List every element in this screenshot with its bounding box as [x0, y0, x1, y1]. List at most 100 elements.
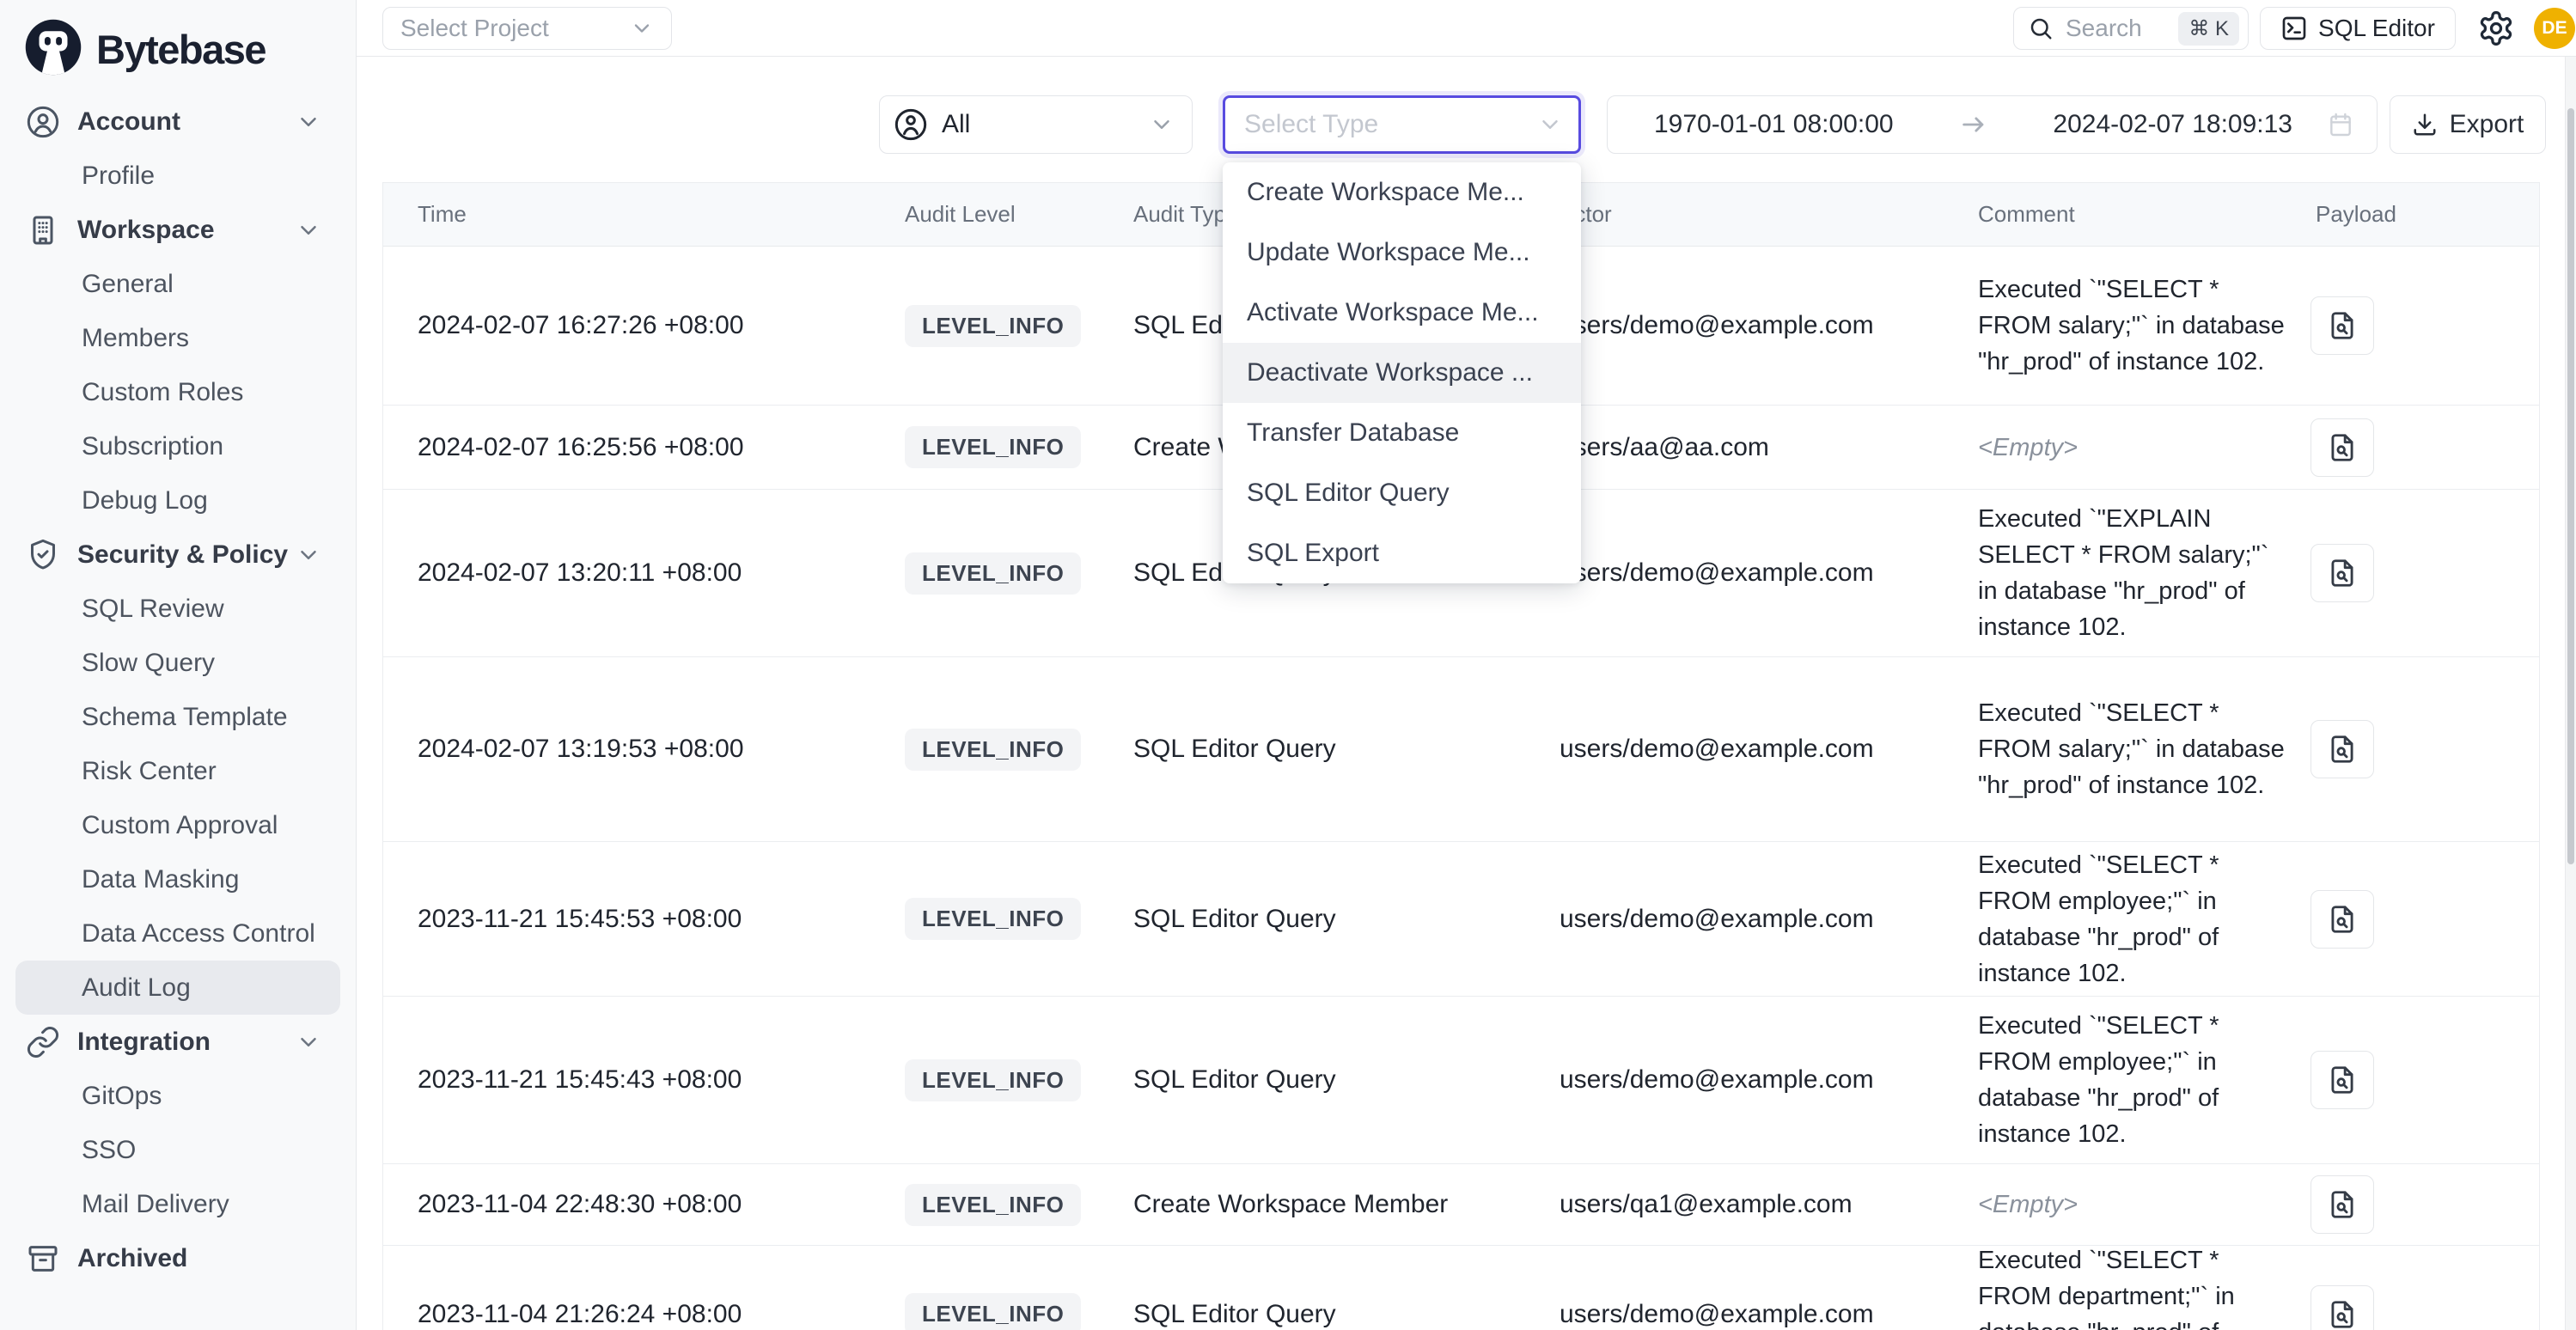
export-label: Export — [2450, 110, 2524, 139]
sidebar-item-sql-review[interactable]: SQL Review — [0, 582, 356, 636]
sidebar: Bytebase Account Profile Workspace Gener… — [0, 0, 357, 1330]
cell-comment: Executed `"SELECT * FROM employee;"` in … — [1978, 847, 2286, 991]
bytebase-logo[interactable]: Bytebase — [0, 0, 356, 86]
dropdown-option-deactivate-workspace-member[interactable]: Deactivate Workspace ... — [1223, 343, 1581, 403]
cell-audit-type: SQL Editor Query — [1133, 735, 1560, 764]
user-circle-icon — [894, 107, 928, 142]
sql-editor-label: SQL Editor — [2318, 15, 2435, 42]
search-shortcut-badge: ⌘ K — [2178, 12, 2239, 46]
cell-actor: users/demo@example.com — [1560, 558, 1978, 588]
search-input[interactable]: Search ⌘ K — [2013, 7, 2249, 50]
audit-level-badge: LEVEL_INFO — [905, 1184, 1081, 1226]
cell-time: 2024-02-07 16:27:26 +08:00 — [383, 311, 894, 340]
audit-level-badge: LEVEL_INFO — [905, 1059, 1081, 1101]
view-payload-button[interactable] — [2310, 296, 2374, 355]
cell-comment: Executed `"SELECT * FROM employee;"` in … — [1978, 1008, 2286, 1152]
sidebar-item-data-masking[interactable]: Data Masking — [0, 852, 356, 906]
section-label: Integration — [77, 1028, 211, 1057]
section-label: Security & Policy — [77, 540, 288, 570]
project-select[interactable]: Select Project — [382, 7, 672, 50]
cell-audit-type: SQL Editor Query — [1133, 1065, 1560, 1095]
gear-icon[interactable] — [2477, 9, 2515, 47]
terminal-icon — [2280, 15, 2308, 42]
sidebar-item-mail-delivery[interactable]: Mail Delivery — [0, 1177, 356, 1231]
bytebase-logo-icon — [22, 16, 84, 82]
archive-icon — [26, 1242, 60, 1276]
sidebar-item-sso[interactable]: SSO — [0, 1123, 356, 1177]
file-search-icon — [2326, 903, 2359, 936]
date-to: 2024-02-07 18:09:13 — [2053, 110, 2292, 139]
cell-time: 2023-11-04 21:26:24 +08:00 — [383, 1300, 894, 1329]
view-payload-button[interactable] — [2310, 1285, 2374, 1330]
sidebar-item-subscription[interactable]: Subscription — [0, 419, 356, 473]
cell-comment-empty: <Empty> — [1978, 430, 2286, 466]
actor-filter-select[interactable]: All — [879, 95, 1193, 154]
cell-actor: users/demo@example.com — [1560, 311, 1978, 340]
sidebar-item-custom-roles[interactable]: Custom Roles — [0, 365, 356, 419]
sidebar-item-members[interactable]: Members — [0, 311, 356, 365]
vertical-scrollbar[interactable] — [2565, 57, 2576, 1330]
audit-level-badge: LEVEL_INFO — [905, 1293, 1081, 1330]
dropdown-option-create-workspace-member[interactable]: Create Workspace Me... — [1223, 162, 1581, 223]
dropdown-option-update-workspace-member[interactable]: Update Workspace Me... — [1223, 223, 1581, 283]
sidebar-item-profile[interactable]: Profile — [0, 149, 356, 203]
sidebar-section-security-policy[interactable]: Security & Policy — [0, 528, 356, 582]
sidebar-section-account[interactable]: Account — [0, 95, 356, 149]
project-select-value: Select Project — [400, 15, 549, 42]
audit-level-badge: LEVEL_INFO — [905, 898, 1081, 940]
audit-level-badge: LEVEL_INFO — [905, 552, 1081, 595]
view-payload-button[interactable] — [2310, 544, 2374, 602]
file-search-icon — [2326, 1298, 2359, 1330]
cell-actor: users/demo@example.com — [1560, 905, 1978, 934]
shield-check-icon — [26, 538, 60, 572]
main-area: Select Project Search ⌘ K SQL Editor DE … — [357, 0, 2576, 1330]
sidebar-item-debug-log[interactable]: Debug Log — [0, 473, 356, 528]
sidebar-item-audit-log[interactable]: Audit Log — [15, 961, 340, 1015]
cell-time: 2023-11-04 22:48:30 +08:00 — [383, 1190, 894, 1219]
view-payload-button[interactable] — [2310, 890, 2374, 949]
link-icon — [26, 1025, 60, 1059]
dropdown-option-sql-editor-query[interactable]: SQL Editor Query — [1223, 463, 1581, 523]
calendar-icon — [2327, 111, 2354, 138]
sidebar-item-custom-approval[interactable]: Custom Approval — [0, 798, 356, 852]
type-filter-select[interactable]: Select Type — [1223, 95, 1581, 154]
dropdown-option-sql-export[interactable]: SQL Export — [1223, 523, 1581, 583]
sidebar-section-integration[interactable]: Integration — [0, 1015, 356, 1069]
type-filter-placeholder: Select Type — [1244, 110, 1537, 139]
sidebar-item-slow-query[interactable]: Slow Query — [0, 636, 356, 690]
audit-level-badge: LEVEL_INFO — [905, 426, 1081, 468]
dropdown-option-activate-workspace-member[interactable]: Activate Workspace Me... — [1223, 283, 1581, 343]
cell-comment: Executed `"SELECT * FROM salary;"` in da… — [1978, 695, 2286, 803]
date-from: 1970-01-01 08:00:00 — [1654, 110, 1894, 139]
cell-time: 2024-02-07 13:19:53 +08:00 — [383, 735, 894, 764]
sidebar-item-data-access-control[interactable]: Data Access Control — [0, 906, 356, 961]
file-search-icon — [2326, 557, 2359, 589]
sidebar-item-general[interactable]: General — [0, 257, 356, 311]
file-search-icon — [2326, 1188, 2359, 1221]
sidebar-section-workspace[interactable]: Workspace — [0, 203, 356, 257]
cell-actor: users/demo@example.com — [1560, 735, 1978, 764]
cell-comment: Executed `"EXPLAIN SELECT * FROM salary;… — [1978, 501, 2286, 645]
dropdown-option-transfer-database[interactable]: Transfer Database — [1223, 403, 1581, 463]
view-payload-button[interactable] — [2310, 1051, 2374, 1109]
view-payload-button[interactable] — [2310, 1175, 2374, 1234]
chevron-down-icon — [296, 1029, 321, 1055]
view-payload-button[interactable] — [2310, 418, 2374, 477]
audit-level-badge: LEVEL_INFO — [905, 729, 1081, 771]
scrollbar-thumb[interactable] — [2567, 108, 2574, 864]
sidebar-section-archived[interactable]: Archived — [0, 1231, 356, 1285]
export-button[interactable]: Export — [2390, 95, 2546, 154]
sql-editor-button[interactable]: SQL Editor — [2260, 7, 2456, 50]
sidebar-item-gitops[interactable]: GitOps — [0, 1069, 356, 1123]
view-payload-button[interactable] — [2310, 720, 2374, 778]
file-search-icon — [2326, 309, 2359, 342]
date-range-picker[interactable]: 1970-01-01 08:00:00 2024-02-07 18:09:13 — [1607, 95, 2378, 154]
cell-comment: Executed `"SELECT * FROM salary;"` in da… — [1978, 271, 2286, 380]
table-row: 2024-02-07 13:19:53 +08:00 LEVEL_INFO SQ… — [383, 657, 2539, 842]
user-icon — [26, 105, 60, 139]
sidebar-item-risk-center[interactable]: Risk Center — [0, 744, 356, 798]
avatar[interactable]: DE — [2534, 8, 2575, 49]
sidebar-item-schema-template[interactable]: Schema Template — [0, 690, 356, 744]
audit-level-badge: LEVEL_INFO — [905, 305, 1081, 347]
building-icon — [26, 213, 60, 247]
